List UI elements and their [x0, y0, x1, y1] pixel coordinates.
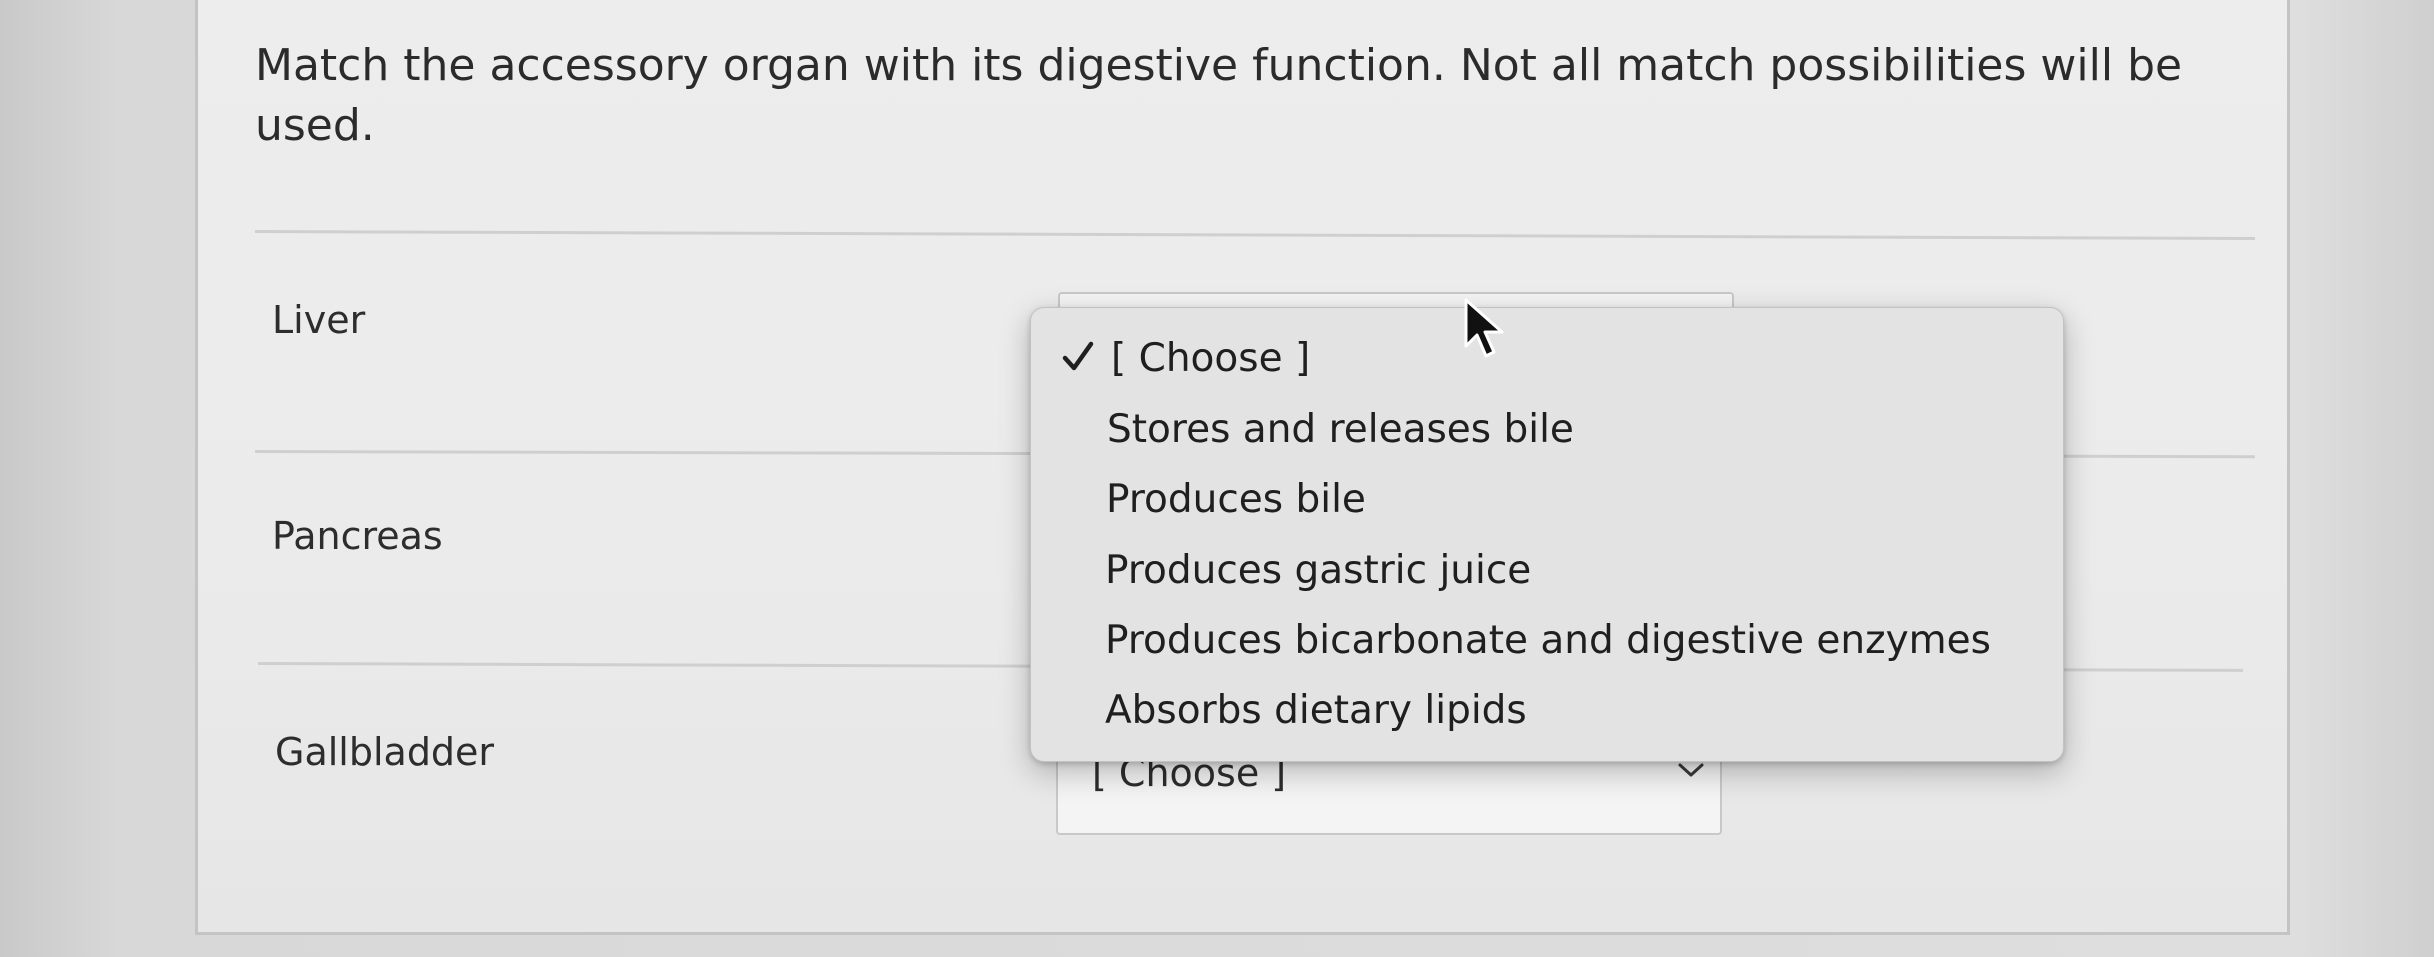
- dropdown-menu: [ Choose ] Stores and releases bile Prod…: [1030, 307, 2064, 762]
- chevron-down-icon: [1678, 763, 1704, 777]
- dropdown-option-produces-gastric-juice[interactable]: Produces gastric juice: [1031, 540, 2063, 604]
- dropdown-option-label: Stores and releases bile: [1107, 407, 1574, 452]
- dropdown-option-produces-bile[interactable]: Produces bile: [1031, 469, 2063, 533]
- question-text: Match the accessory organ with its diges…: [255, 36, 2235, 156]
- question-line-1: Match the accessory organ with its diges…: [255, 40, 2183, 91]
- dropdown-option-label: Produces bicarbonate and digestive enzym…: [1105, 618, 1991, 663]
- dropdown-option-label: [ Choose ]: [1111, 336, 1311, 381]
- row-label-liver: Liver: [272, 298, 366, 342]
- dropdown-option-absorbs-lipids[interactable]: Absorbs dietary lipids: [1031, 680, 2063, 744]
- dropdown-option-choose[interactable]: [ Choose ]: [1031, 328, 2063, 392]
- row-label-pancreas: Pancreas: [272, 514, 443, 558]
- dropdown-option-stores-releases-bile[interactable]: Stores and releases bile: [1031, 399, 2063, 463]
- question-line-2: used.: [255, 100, 375, 151]
- mouse-pointer-icon: [1464, 298, 1504, 358]
- dropdown-option-bicarbonate-enzymes[interactable]: Produces bicarbonate and digestive enzym…: [1031, 610, 2063, 674]
- dropdown-option-label: Produces gastric juice: [1105, 548, 1532, 593]
- checkmark-icon: [1062, 341, 1094, 371]
- dropdown-option-label: Produces bile: [1106, 477, 1366, 522]
- row-label-gallbladder: Gallbladder: [275, 730, 495, 774]
- dropdown-option-label: Absorbs dietary lipids: [1105, 688, 1527, 733]
